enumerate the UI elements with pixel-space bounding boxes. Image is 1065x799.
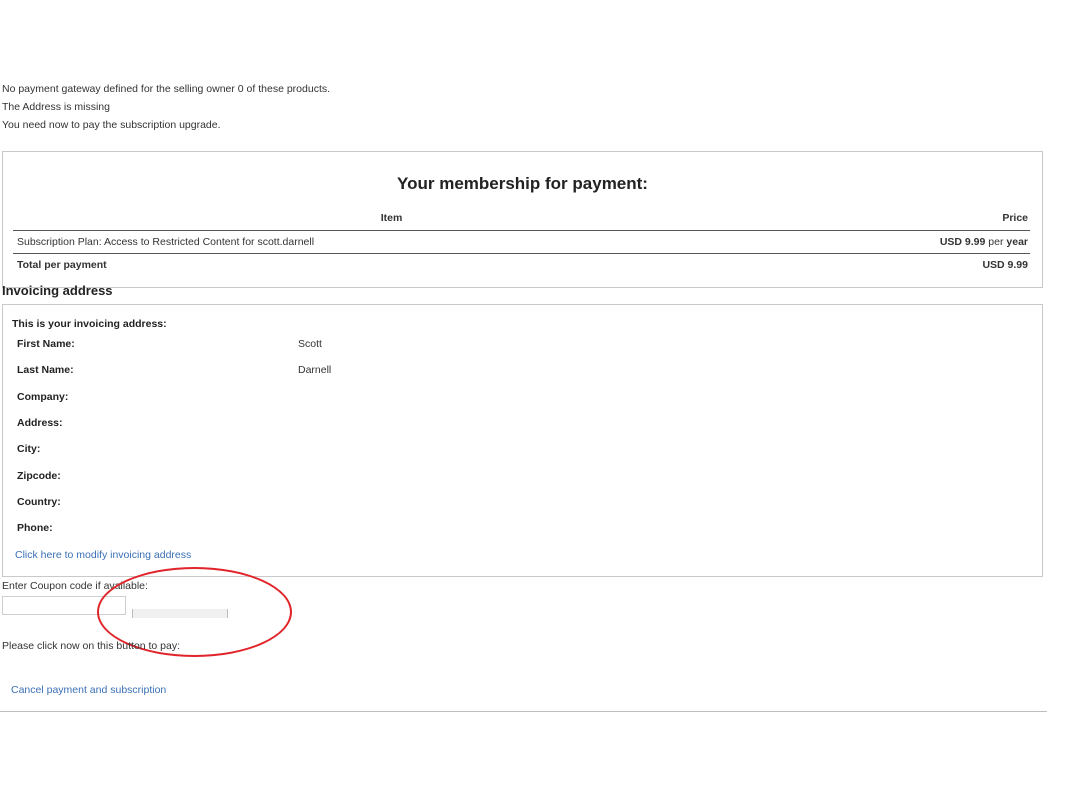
message-gateway: No payment gateway defined for the selli… bbox=[2, 83, 331, 95]
coupon-input[interactable] bbox=[2, 596, 126, 615]
membership-panel: Your membership for payment: Item Price … bbox=[2, 151, 1043, 288]
membership-title: Your membership for payment: bbox=[397, 174, 648, 193]
message-pay-upgrade: You need now to pay the subscription upg… bbox=[2, 119, 221, 131]
phone-label: Phone: bbox=[17, 522, 53, 534]
city-label: City: bbox=[17, 443, 41, 455]
subscription-price-cell: USD 9.99 per year bbox=[940, 236, 1028, 248]
address-label: Address: bbox=[17, 417, 63, 429]
coupon-label: Enter Coupon code if available: bbox=[2, 580, 148, 592]
subscription-item-cell: Subscription Plan: Access to Restricted … bbox=[17, 236, 315, 248]
column-header-price: Price bbox=[1002, 212, 1028, 224]
company-label: Company: bbox=[17, 391, 69, 403]
last-name-label: Last Name: bbox=[17, 364, 74, 376]
zipcode-label: Zipcode: bbox=[17, 470, 61, 482]
table-row: Subscription Plan: Access to Restricted … bbox=[13, 232, 1030, 254]
country-label: Country: bbox=[17, 496, 61, 508]
invoicing-title: Invoicing address bbox=[2, 283, 113, 298]
cancel-payment-link[interactable]: Cancel payment and subscription bbox=[11, 684, 166, 696]
pay-message: Please click now on this button to pay: bbox=[2, 640, 181, 652]
table-total-row: Total per payment USD 9.99 bbox=[13, 256, 1030, 276]
total-value: USD 9.99 bbox=[982, 259, 1028, 271]
membership-table-header: Item Price bbox=[13, 210, 1030, 231]
last-name-value: Darnell bbox=[298, 364, 332, 376]
column-header-item: Item bbox=[380, 212, 403, 224]
modify-invoicing-address-link[interactable]: Click here to modify invoicing address bbox=[15, 549, 191, 561]
price-per: per bbox=[985, 236, 1007, 248]
invoicing-intro: This is your invoicing address: bbox=[12, 318, 167, 330]
message-address-missing: The Address is missing bbox=[2, 101, 110, 113]
total-label: Total per payment bbox=[17, 259, 107, 271]
invoicing-panel: This is your invoicing address: First Na… bbox=[2, 304, 1043, 577]
first-name-value: Scott bbox=[298, 338, 322, 350]
price-period: year bbox=[1006, 236, 1028, 248]
price-amount: USD 9.99 bbox=[939, 236, 986, 248]
bottom-divider bbox=[0, 711, 1047, 712]
first-name-label: First Name: bbox=[17, 338, 75, 350]
coupon-apply-button[interactable] bbox=[132, 609, 228, 618]
